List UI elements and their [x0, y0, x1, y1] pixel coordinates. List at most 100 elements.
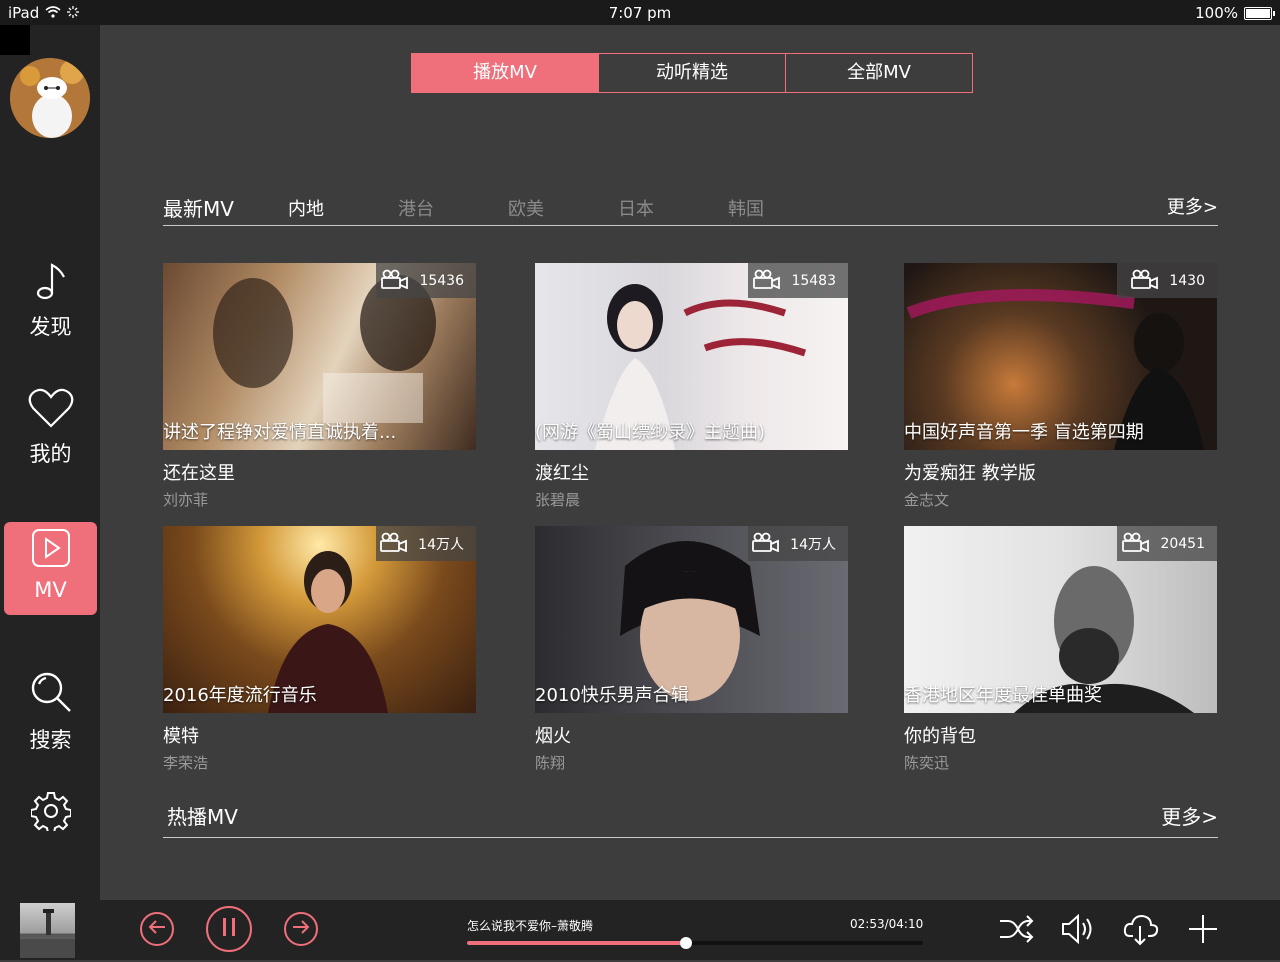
player-bar: 怎么说我不爱你–萧敬腾 02:53/04:10: [0, 900, 1280, 960]
view-count-badge: 15436: [376, 263, 476, 298]
video-camera-icon: [380, 532, 408, 556]
mv-thumbnail[interactable]: 14万人 2010快乐男声合辑: [535, 526, 848, 713]
mv-card[interactable]: 1430 中国好声音第一季 盲选第四期 为爱痴狂 教学版 金志文: [904, 263, 1217, 510]
mv-thumbnail[interactable]: 15436 讲述了程铮对爱情直诚执着...: [163, 263, 476, 450]
sidebar-item-label: MV: [34, 578, 67, 602]
video-camera-icon: [381, 269, 409, 293]
sidebar-item-label: 我的: [29, 442, 72, 466]
more-link[interactable]: 更多>: [1161, 801, 1218, 830]
sidebar-item-label: 搜索: [29, 728, 72, 752]
mv-card[interactable]: 14万人 2016年度流行音乐 模特 李荣浩: [163, 526, 476, 773]
view-count: 20451: [1160, 535, 1205, 552]
gear-icon: [29, 791, 72, 835]
view-count: 14万人: [790, 536, 836, 553]
latest-mv-header: 最新MV 内地 港台 欧美 日本 韩国 更多>: [163, 189, 1218, 226]
video-camera-icon: [1131, 269, 1159, 293]
mv-card[interactable]: 15436 讲述了程铮对爱情直诚执着... 还在这里 刘亦菲: [163, 263, 476, 510]
play-icon: [31, 528, 71, 572]
status-bar: iPad 7:07 pm 100%: [0, 0, 1280, 25]
region-tab-western[interactable]: 欧美: [508, 195, 544, 221]
view-count: 15483: [791, 272, 836, 289]
pause-icon: [221, 917, 237, 941]
battery-icon: [1244, 6, 1275, 20]
section-title: 最新MV: [163, 197, 234, 221]
view-count-badge: 15483: [748, 263, 848, 298]
battery-percent: 100%: [1195, 4, 1238, 22]
progress-fill: [467, 941, 686, 945]
mv-caption: 讲述了程铮对爱情直诚执着...: [163, 422, 397, 443]
mv-title[interactable]: 模特: [163, 722, 476, 748]
progress-slider[interactable]: [467, 937, 923, 949]
mv-artist[interactable]: 陈翔: [535, 752, 848, 773]
mv-artist[interactable]: 陈奕迅: [904, 752, 1217, 773]
mv-artist[interactable]: 刘亦菲: [163, 489, 476, 510]
search-icon: [29, 670, 73, 718]
view-count: 1430: [1169, 272, 1205, 289]
view-count-badge: 1430: [1117, 263, 1217, 298]
album-art[interactable]: [20, 903, 75, 958]
mv-title[interactable]: 为爱痴狂 教学版: [904, 459, 1217, 485]
clock: 7:07 pm: [608, 4, 672, 22]
sidebar-item-mv[interactable]: MV: [4, 522, 97, 615]
sidebar-item-settings[interactable]: [4, 785, 97, 878]
cloud-download-icon[interactable]: [1123, 912, 1159, 950]
music-note-icon: [34, 261, 68, 305]
region-tab-mainland[interactable]: 内地: [288, 195, 324, 221]
next-button[interactable]: [284, 912, 318, 946]
sidebar: 发现 我的 MV 搜索: [0, 25, 100, 900]
heart-icon: [28, 388, 74, 432]
mv-thumbnail[interactable]: 14万人 2016年度流行音乐: [163, 526, 476, 713]
mv-thumbnail[interactable]: 1430 中国好声音第一季 盲选第四期: [904, 263, 1217, 450]
mv-title[interactable]: 渡红尘: [535, 459, 848, 485]
mv-title[interactable]: 你的背包: [904, 722, 1217, 748]
mv-caption: 2010快乐男声合辑: [535, 685, 689, 706]
avatar[interactable]: [10, 58, 90, 138]
mv-caption: 香港地区年度最佳单曲奖: [904, 685, 1102, 706]
more-link[interactable]: 更多>: [1167, 193, 1218, 219]
section-title: 热播MV: [167, 805, 238, 829]
sidebar-item-label: 发现: [29, 315, 72, 339]
now-playing-title: 怎么说我不爱你–萧敬腾: [467, 919, 594, 933]
mv-card[interactable]: 15483 (网游《蜀山缥缈录》主题曲) 渡红尘 张碧晨: [535, 263, 848, 510]
mv-caption: 2016年度流行音乐: [163, 685, 317, 706]
sidebar-item-search[interactable]: 搜索: [4, 668, 97, 761]
mv-caption: (网游《蜀山缥缈录》主题曲): [535, 422, 766, 443]
add-icon[interactable]: [1186, 912, 1220, 950]
mv-thumbnail[interactable]: 20451 香港地区年度最佳单曲奖: [904, 526, 1217, 713]
tab-all-mv[interactable]: 全部MV: [785, 54, 972, 92]
hot-mv-header: 热播MV 更多>: [163, 797, 1218, 838]
tab-featured[interactable]: 动听精选: [598, 54, 785, 92]
arrow-right-icon: [292, 919, 310, 939]
volume-icon[interactable]: [1060, 912, 1096, 950]
previous-button[interactable]: [140, 912, 174, 946]
region-tab-japan[interactable]: 日本: [618, 195, 654, 221]
video-camera-icon: [752, 532, 780, 556]
sidebar-item-discover[interactable]: 发现: [4, 255, 97, 348]
mv-artist[interactable]: 李荣浩: [163, 752, 476, 773]
view-count-badge: 14万人: [748, 526, 848, 561]
mv-tabs: 播放MV 动听精选 全部MV: [411, 53, 973, 93]
arrow-left-icon: [148, 919, 166, 939]
region-tab-hktw[interactable]: 港台: [398, 195, 434, 221]
playback-time: 02:53/04:10: [850, 917, 924, 931]
pause-button[interactable]: [206, 906, 252, 952]
mv-artist[interactable]: 张碧晨: [535, 489, 848, 510]
mv-artist[interactable]: 金志文: [904, 489, 1217, 510]
mv-card[interactable]: 14万人 2010快乐男声合辑 烟火 陈翔: [535, 526, 848, 773]
region-tab-korea[interactable]: 韩国: [728, 195, 764, 221]
mv-thumbnail[interactable]: 15483 (网游《蜀山缥缈录》主题曲): [535, 263, 848, 450]
sidebar-item-mine[interactable]: 我的: [4, 382, 97, 475]
mv-caption: 中国好声音第一季 盲选第四期: [904, 422, 1144, 443]
progress-knob[interactable]: [679, 937, 692, 949]
mv-title[interactable]: 还在这里: [163, 459, 476, 485]
view-count-badge: 20451: [1117, 526, 1217, 561]
tab-play-mv[interactable]: 播放MV: [412, 54, 598, 92]
view-count-badge: 14万人: [376, 526, 476, 561]
video-camera-icon: [1122, 532, 1150, 556]
video-camera-icon: [753, 269, 781, 293]
shuffle-icon[interactable]: [998, 912, 1034, 950]
mv-title[interactable]: 烟火: [535, 722, 848, 748]
view-count: 15436: [419, 272, 464, 289]
mv-card[interactable]: 20451 香港地区年度最佳单曲奖 你的背包 陈奕迅: [904, 526, 1217, 773]
view-count: 14万人: [418, 536, 464, 553]
